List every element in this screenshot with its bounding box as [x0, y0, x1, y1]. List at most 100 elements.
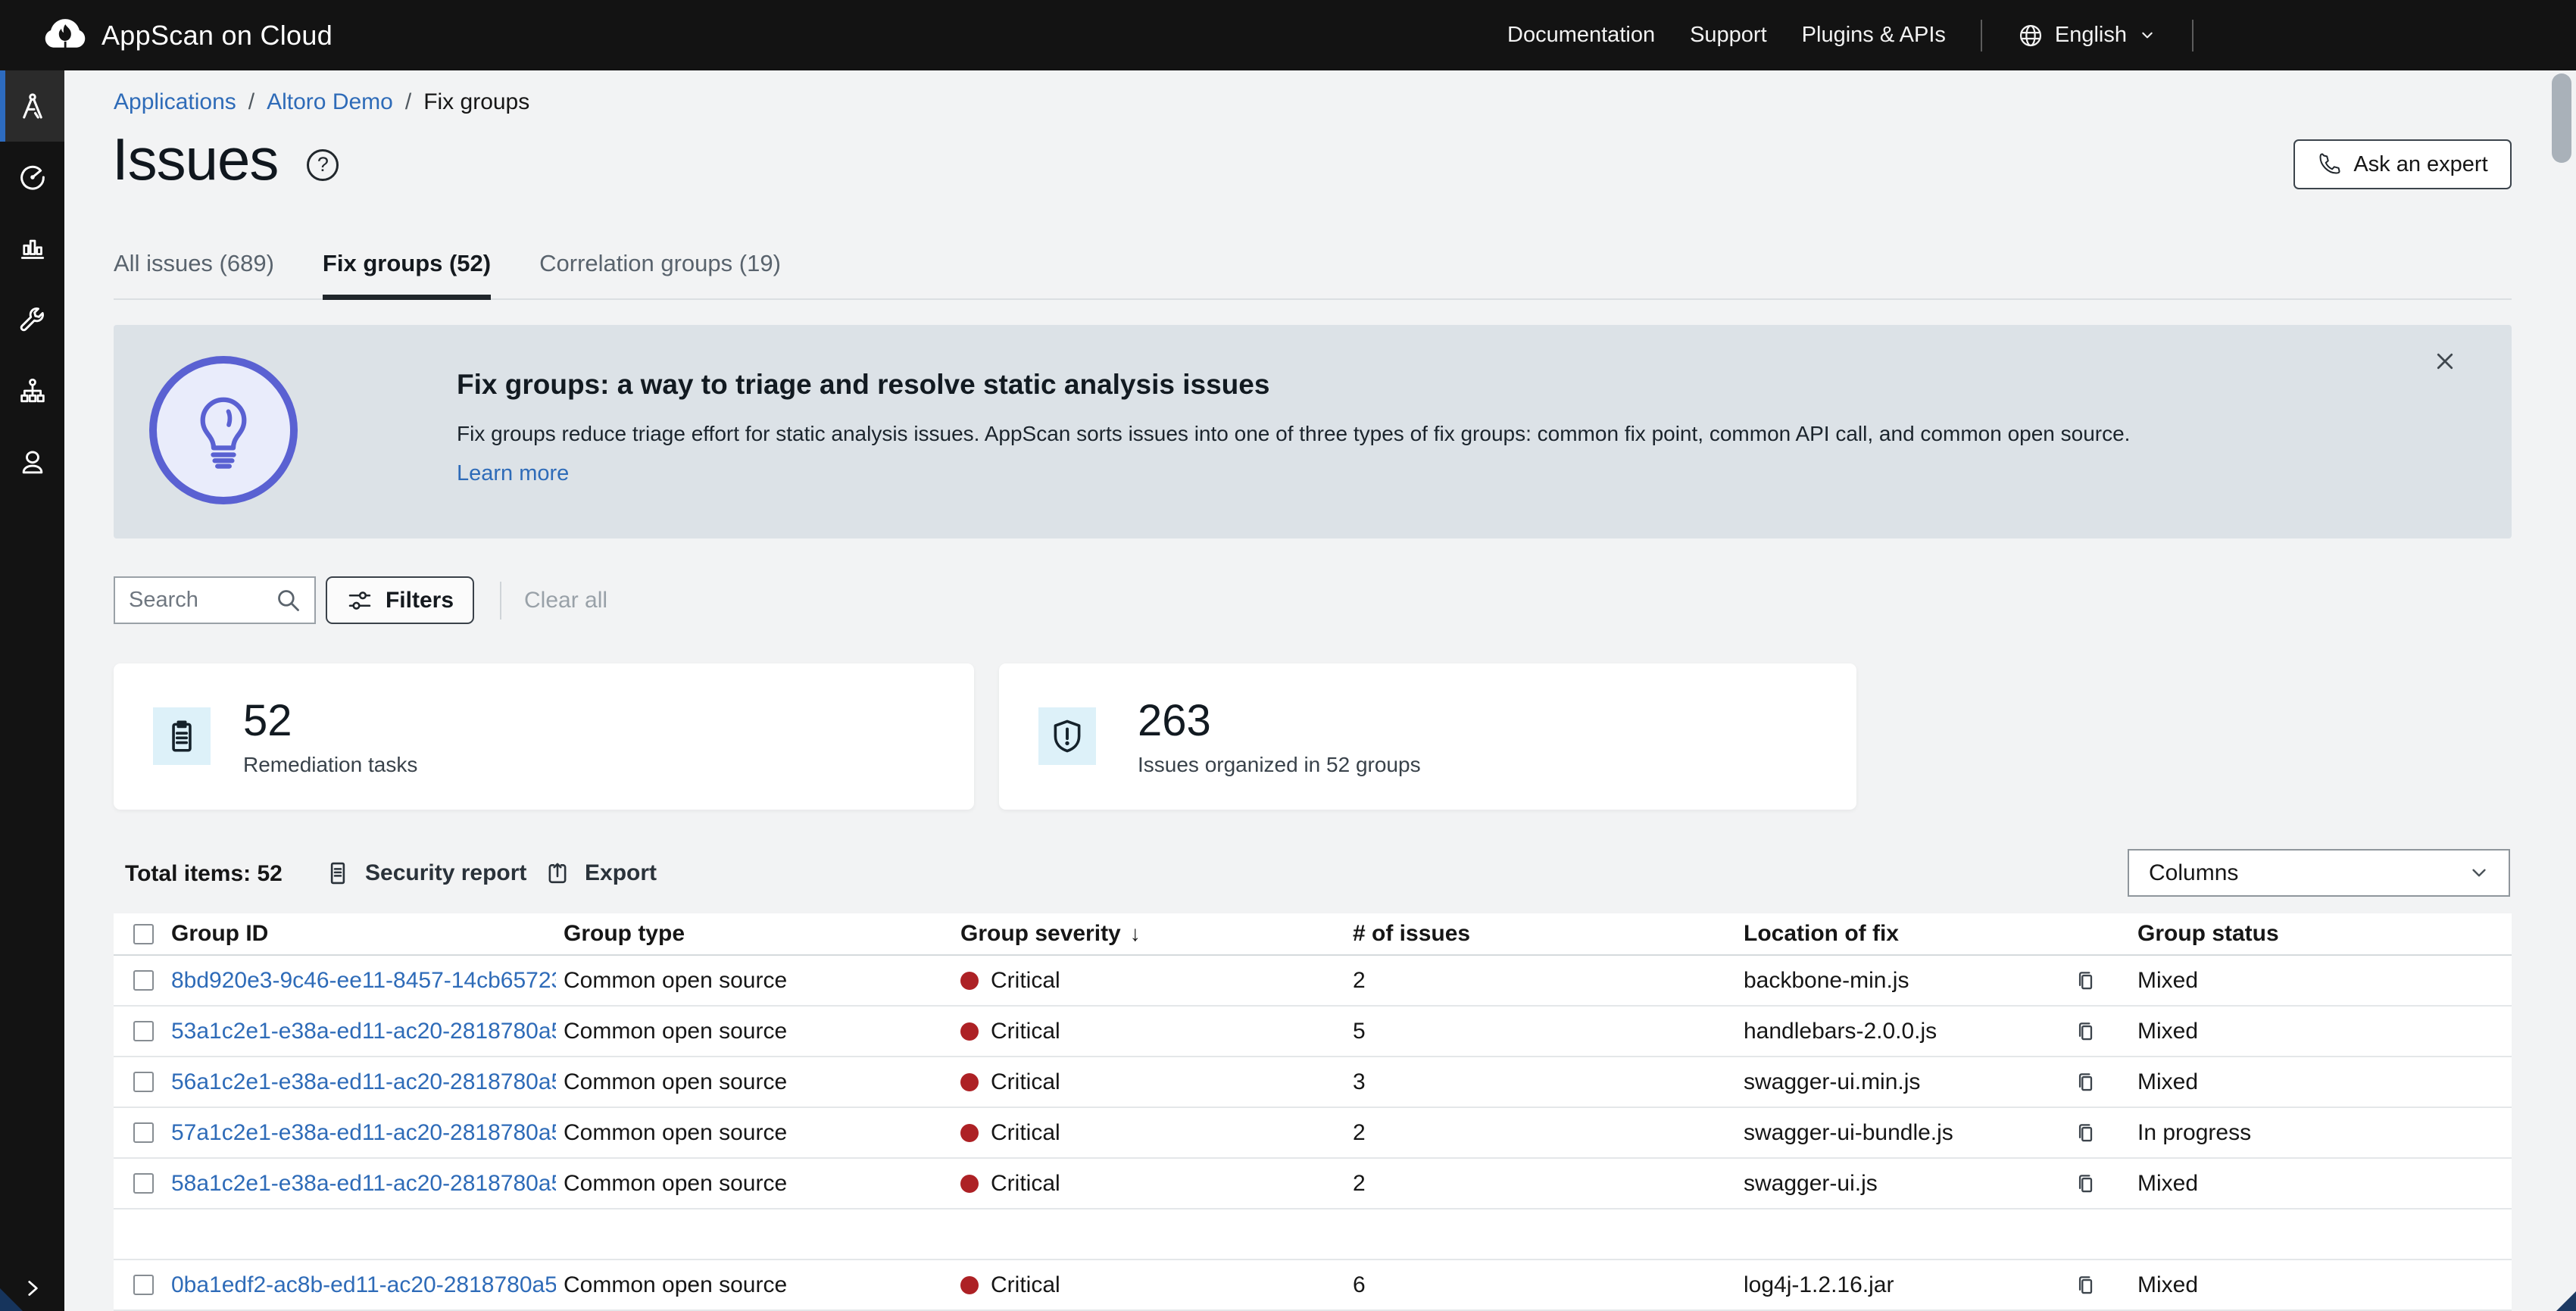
header-group-status[interactable]: Group status	[2130, 913, 2512, 954]
group-type-cell: Common open source	[556, 1007, 953, 1056]
issue-count-cell: 6	[1345, 1260, 1736, 1309]
group-id-link[interactable]: 8bd920e3-9c46-ee11-8457-14cb657236	[171, 968, 556, 994]
nav-documentation[interactable]: Documentation	[1507, 23, 1655, 48]
nav-plugins-apis[interactable]: Plugins & APIs	[1802, 23, 1946, 48]
group-type-cell: Common open source	[556, 1159, 953, 1208]
lightbulb-icon	[184, 391, 263, 470]
vertical-scrollbar-thumb[interactable]	[2552, 73, 2571, 163]
row-checkbox[interactable]	[133, 1072, 154, 1092]
sidebar-item-reports[interactable]	[0, 213, 64, 284]
banner-close-button[interactable]	[2428, 345, 2462, 378]
critical-severity-dot	[960, 1022, 979, 1041]
nav-support[interactable]: Support	[1690, 23, 1767, 48]
lightbulb-badge	[149, 356, 298, 504]
group-severity-cell: Critical	[953, 1057, 1345, 1107]
header-location-of-fix[interactable]: Location of fix	[1736, 913, 2130, 954]
breadcrumb-applications[interactable]: Applications	[114, 89, 236, 115]
corner-widget-bottom-right	[2556, 1291, 2576, 1311]
severity-label: Critical	[991, 1019, 1060, 1044]
copy-icon[interactable]	[2072, 1019, 2098, 1044]
row-checkbox[interactable]	[133, 970, 154, 991]
issues-tab-bar: All issues (689) Fix groups (52) Correla…	[114, 227, 2512, 300]
search-input[interactable]	[129, 588, 280, 613]
severity-label: Critical	[991, 1272, 1060, 1298]
language-selector[interactable]: English	[2017, 22, 2157, 49]
copy-icon[interactable]	[2072, 1120, 2098, 1146]
row-checkbox[interactable]	[133, 1173, 154, 1194]
columns-dropdown[interactable]: Columns	[2128, 849, 2510, 897]
select-all-checkbox[interactable]	[133, 924, 154, 944]
security-report-button[interactable]: Security report	[324, 854, 526, 892]
filters-button[interactable]: Filters	[326, 576, 474, 624]
issues-organized-label: Issues organized in 52 groups	[1138, 753, 1421, 777]
applications-compass-icon	[17, 91, 48, 121]
gauge-meter-icon	[17, 162, 48, 192]
sidebar-item-organization[interactable]	[0, 355, 64, 426]
help-icon[interactable]: ?	[307, 149, 339, 181]
header-group-id[interactable]: Group ID	[164, 913, 556, 954]
group-id-link[interactable]: 56a1c2e1-e38a-ed11-ac20-2818780a5d	[171, 1069, 556, 1095]
filters-adjust-icon	[346, 587, 373, 614]
group-severity-cell: Critical	[953, 1260, 1345, 1309]
table-row[interactable]: 57a1c2e1-e38a-ed11-ac20-2818780a5d Commo…	[114, 1108, 2512, 1159]
group-id-link[interactable]: 0ba1edf2-ac8b-ed11-ac20-2818780a5d	[171, 1272, 556, 1298]
header-group-type[interactable]: Group type	[556, 913, 953, 954]
critical-severity-dot	[960, 1073, 979, 1091]
logo[interactable]: AppScan on Cloud	[44, 14, 333, 57]
issues-organized-count: 263	[1138, 695, 1211, 746]
tab-fix-groups[interactable]: Fix groups (52)	[323, 227, 491, 298]
remediation-tasks-label: Remediation tasks	[243, 753, 417, 777]
table-row-empty	[114, 1210, 2512, 1260]
breadcrumb-altoro-demo[interactable]: Altoro Demo	[267, 89, 393, 115]
group-id-link[interactable]: 58a1c2e1-e38a-ed11-ac20-2818780a5d	[171, 1171, 556, 1197]
issue-count-cell: 2	[1345, 956, 1736, 1005]
issue-count-cell: 3	[1345, 1057, 1736, 1107]
location-of-fix-cell: log4j-1.2.16.jar	[1736, 1260, 2130, 1309]
shield-alert-icon	[1048, 717, 1086, 755]
tab-all-issues[interactable]: All issues (689)	[114, 227, 274, 298]
issue-count-cell: 2	[1345, 1159, 1736, 1208]
severity-label: Critical	[991, 968, 1060, 994]
breadcrumb-separator: /	[405, 89, 411, 115]
hierarchy-tree-icon	[17, 376, 48, 406]
location-of-fix-cell: swagger-ui.min.js	[1736, 1057, 2130, 1107]
sidebar-item-account[interactable]	[0, 426, 64, 498]
clear-all-button[interactable]: Clear all	[524, 588, 607, 613]
learn-more-link[interactable]: Learn more	[457, 461, 569, 486]
tab-correlation-groups[interactable]: Correlation groups (19)	[539, 227, 781, 298]
logo-text: AppScan on Cloud	[101, 20, 333, 52]
group-id-link[interactable]: 53a1c2e1-e38a-ed11-ac20-2818780a5d	[171, 1019, 556, 1044]
issue-count-cell: 2	[1345, 1108, 1736, 1157]
header-group-severity[interactable]: Group severity ↓	[953, 913, 1345, 954]
group-severity-cell: Critical	[953, 1108, 1345, 1157]
copy-icon[interactable]	[2072, 1069, 2098, 1095]
group-type-cell: Common open source	[556, 956, 953, 1005]
table-row[interactable]: 0ba1edf2-ac8b-ed11-ac20-2818780a5d Commo…	[114, 1260, 2512, 1311]
table-row[interactable]: 53a1c2e1-e38a-ed11-ac20-2818780a5d Commo…	[114, 1007, 2512, 1057]
sidebar-item-tools[interactable]	[0, 284, 64, 355]
copy-icon[interactable]	[2072, 968, 2098, 994]
globe-icon	[2017, 22, 2044, 49]
export-button[interactable]: Export	[544, 854, 657, 892]
sidebar-item-scans[interactable]	[0, 142, 64, 213]
filter-divider	[500, 582, 501, 620]
search-field[interactable]	[114, 576, 316, 624]
issues-organized-card: 263 Issues organized in 52 groups	[999, 663, 1856, 810]
copy-icon[interactable]	[2072, 1171, 2098, 1197]
copy-icon[interactable]	[2072, 1272, 2098, 1298]
group-id-link[interactable]: 57a1c2e1-e38a-ed11-ac20-2818780a5d	[171, 1120, 556, 1146]
sidebar-item-applications[interactable]	[0, 70, 64, 142]
filters-label: Filters	[386, 588, 454, 613]
ask-an-expert-button[interactable]: Ask an expert	[2293, 139, 2512, 189]
table-row[interactable]: 56a1c2e1-e38a-ed11-ac20-2818780a5d Commo…	[114, 1057, 2512, 1108]
table-row[interactable]: 58a1c2e1-e38a-ed11-ac20-2818780a5d Commo…	[114, 1159, 2512, 1210]
location-label: swagger-ui.min.js	[1744, 1069, 1920, 1095]
clipboard-icon	[163, 717, 201, 755]
location-of-fix-cell: swagger-ui-bundle.js	[1736, 1108, 2130, 1157]
row-checkbox[interactable]	[133, 1275, 154, 1295]
row-checkbox[interactable]	[133, 1122, 154, 1143]
page-title: Issues	[112, 125, 278, 194]
table-row[interactable]: 8bd920e3-9c46-ee11-8457-14cb657236 Commo…	[114, 956, 2512, 1007]
row-checkbox[interactable]	[133, 1021, 154, 1041]
header-num-issues[interactable]: # of issues	[1345, 913, 1736, 954]
